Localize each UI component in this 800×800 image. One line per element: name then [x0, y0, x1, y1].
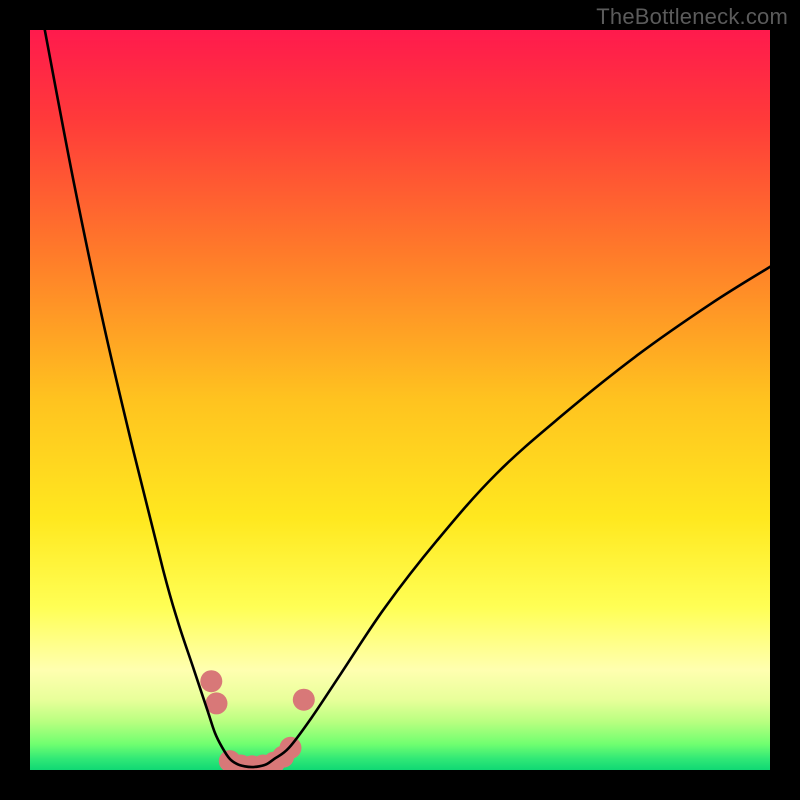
plot-area	[30, 30, 770, 770]
highlight-dot	[200, 670, 222, 692]
watermark-text: TheBottleneck.com	[596, 4, 788, 30]
gradient-background	[30, 30, 770, 770]
highlight-dot	[293, 689, 315, 711]
chart-svg	[30, 30, 770, 770]
chart-frame: TheBottleneck.com	[0, 0, 800, 800]
